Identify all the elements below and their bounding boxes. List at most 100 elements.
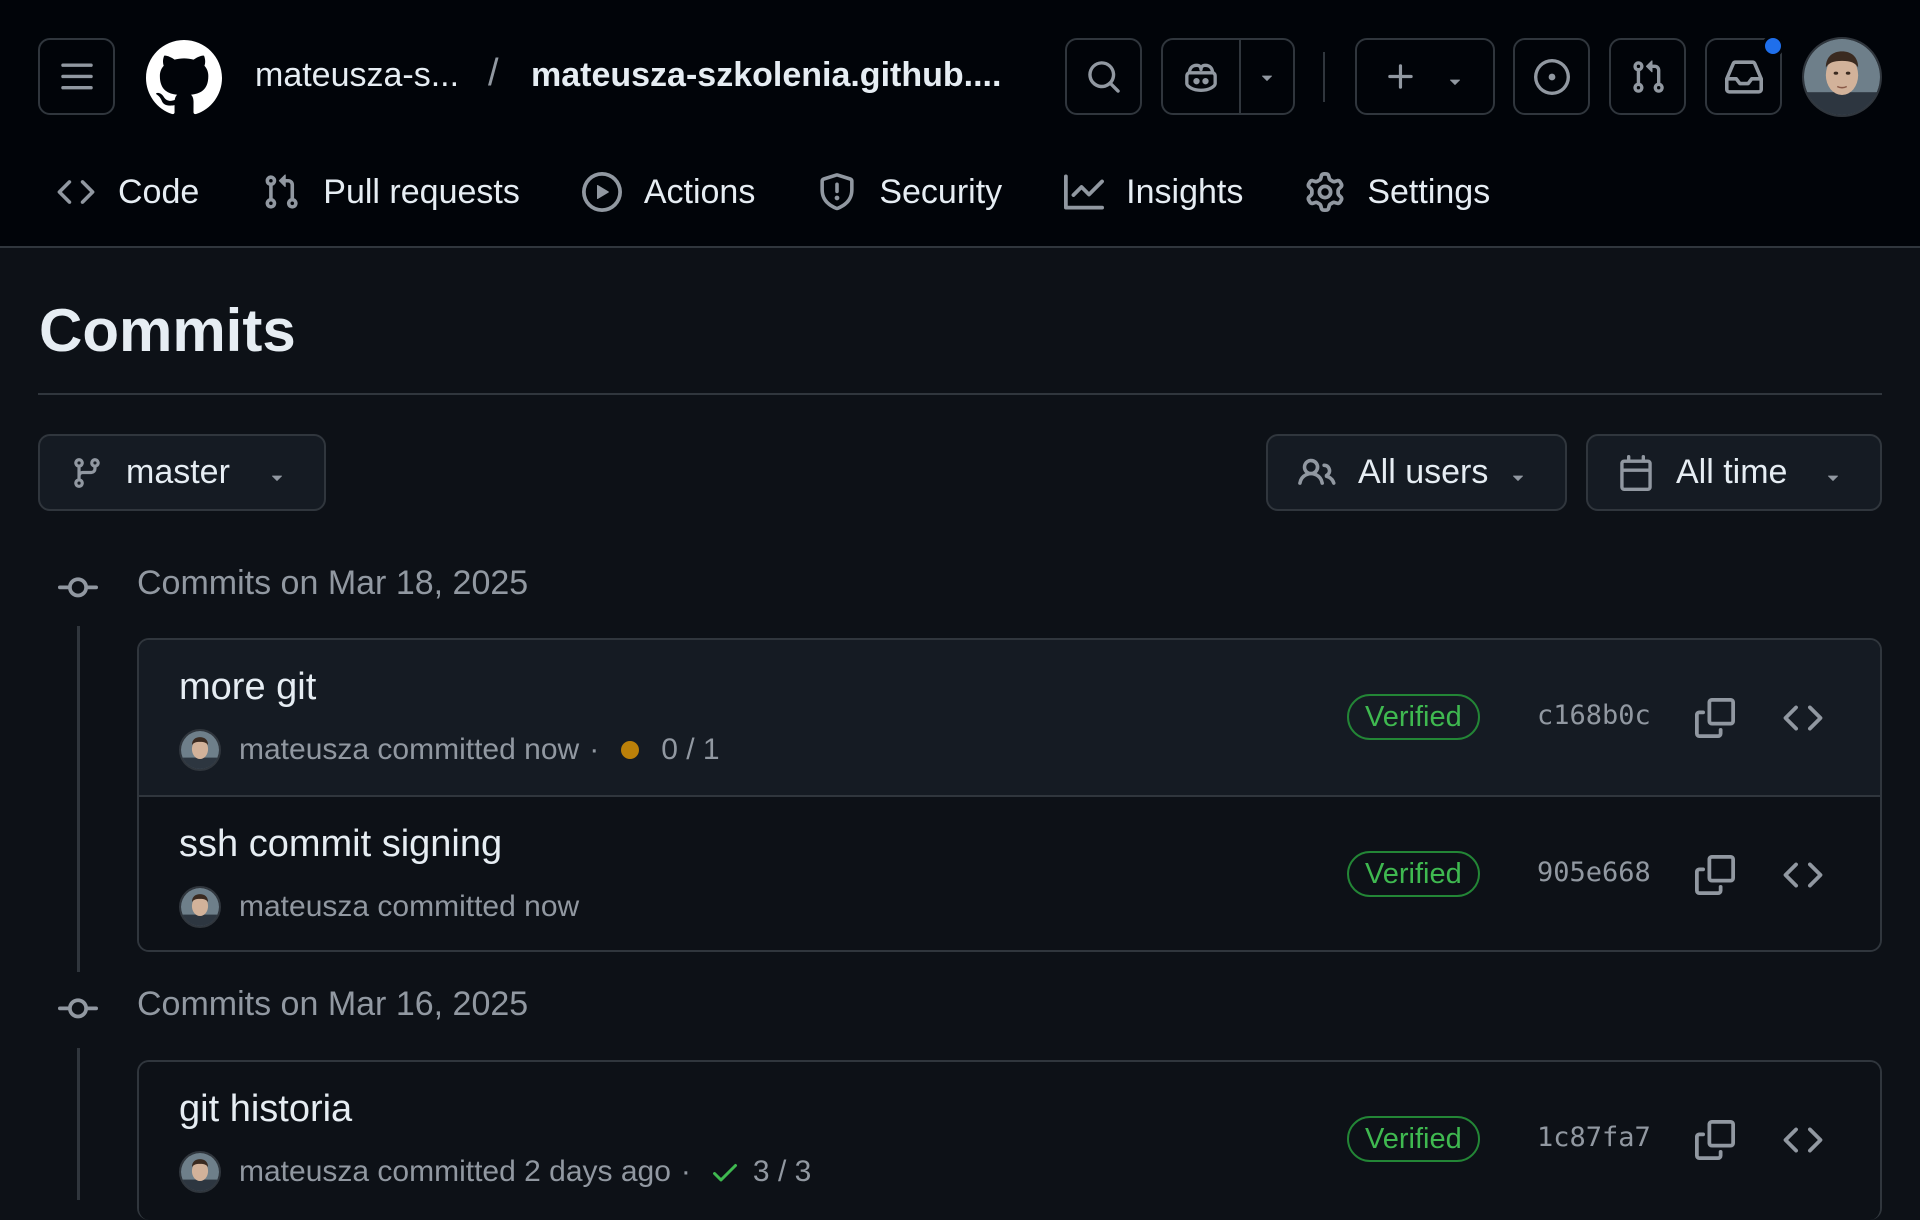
pull-requests-button[interactable] [1609,38,1686,115]
tab-insights[interactable]: Insights [1064,160,1243,224]
meta-separator: · [589,733,600,766]
branch-select-label: master [126,453,230,491]
commit-action: committed [377,1155,516,1188]
verified-badge[interactable]: Verified [1347,851,1480,897]
code-icon [1783,1127,1823,1153]
issues-button[interactable] [1513,38,1590,115]
commit-sha-link[interactable]: 905e668 [1537,857,1651,888]
author-avatar[interactable] [179,886,221,928]
copilot-button-group [1161,38,1295,115]
app-header: mateusza-s... / mateusza-szkolenia.githu… [0,0,1920,248]
search-icon [1087,60,1120,93]
people-icon [1298,454,1336,492]
copy-icon [1695,1120,1735,1160]
browse-repository-button[interactable] [1777,1114,1829,1166]
commit-group-heading: Commits on Mar 18, 2025 [137,564,529,602]
author-link[interactable]: mateusza [239,890,369,924]
commit-group-heading: Commits on Mar 16, 2025 [137,985,529,1023]
plus-icon [1388,63,1413,89]
repository-nav: Code Pull requests Actions Security Insi… [56,160,1552,230]
commit-row: ssh commit signing mateusza committed no… [139,795,1880,950]
author-link[interactable]: mateusza [239,1155,369,1189]
tab-security[interactable]: Security [817,160,1002,224]
graph-icon [1064,172,1105,212]
breadcrumb-separator: / [488,52,499,94]
open-menu-button[interactable] [38,38,115,115]
create-new-button[interactable] [1355,38,1495,115]
tab-security-label: Security [879,172,1003,211]
unread-notification-indicator [1762,35,1784,57]
triangle-down-icon [1449,79,1461,85]
tab-insights-label: Insights [1126,172,1244,211]
triangle-down-icon [1507,466,1529,488]
play-icon [581,172,622,212]
tab-actions-label: Actions [643,172,756,211]
users-filter-button[interactable]: All users [1266,434,1567,511]
commit-group-list: more git mateusza committed now · 0 / 1 … [137,638,1882,952]
code-icon [1783,705,1823,731]
inbox-icon [1724,59,1763,94]
branch-select-button[interactable]: master [38,434,326,511]
commit-row: git historia mateusza committed 2 days a… [139,1062,1880,1217]
breadcrumb-owner-link[interactable]: mateusza-s... [255,56,459,95]
copy-icon [1695,698,1735,738]
commit-time: now [524,890,580,923]
tab-pull-requests-label: Pull requests [323,172,520,211]
commit-meta: mateusza committed 2 days ago · 3 / 3 [179,1150,811,1194]
commit-action: committed [377,890,516,923]
git-commit-icon [58,989,98,1029]
commit-sha-link[interactable]: 1c87fa7 [1537,1122,1651,1153]
checks-pending-icon[interactable] [621,741,640,759]
browse-repository-button[interactable] [1777,849,1829,901]
checks-count[interactable]: 0 / 1 [661,733,719,767]
tab-pull-requests[interactable]: Pull requests [261,160,520,224]
users-filter-label: All users [1358,453,1489,491]
checks-count[interactable]: 3 / 3 [753,1155,811,1189]
commit-time: 2 days ago [524,1155,671,1188]
user-avatar[interactable] [1802,37,1882,117]
git-pull-request-icon [1632,59,1664,93]
check-icon[interactable] [709,1156,741,1188]
gear-icon [1305,172,1345,212]
commit-message-link[interactable]: git historia [179,1088,352,1131]
git-pull-request-icon [261,172,301,212]
git-commit-icon [58,568,98,608]
commit-message-link[interactable]: ssh commit signing [179,823,502,866]
copy-sha-button[interactable] [1689,692,1741,744]
time-filter-button[interactable]: All time [1586,434,1882,511]
tab-settings[interactable]: Settings [1305,160,1490,224]
commit-group-list: git historia mateusza committed 2 days a… [137,1060,1882,1220]
triangle-down-icon [266,466,288,488]
hamburger-menu-icon [60,63,93,89]
tab-code[interactable]: Code [56,160,199,224]
shield-icon [817,172,857,212]
verified-badge[interactable]: Verified [1347,694,1480,740]
code-icon [56,172,96,212]
timeline-line [77,1048,80,1200]
issue-opened-icon [1533,58,1570,95]
copilot-button[interactable] [1163,40,1241,113]
triangle-down-icon [1261,75,1273,81]
copilot-icon [1185,63,1217,92]
browse-repository-button[interactable] [1777,692,1829,744]
search-button[interactable] [1065,38,1142,115]
copy-sha-button[interactable] [1689,849,1741,901]
commit-sha-link[interactable]: c168b0c [1537,700,1651,731]
author-avatar[interactable] [179,729,221,771]
copilot-dropdown-button[interactable] [1241,40,1293,113]
header-divider [1323,52,1325,102]
tab-code-label: Code [118,172,200,211]
calendar-icon [1618,454,1654,491]
tab-actions[interactable]: Actions [581,160,756,224]
breadcrumb-repo-link[interactable]: mateusza-szkolenia.github.... [531,56,1001,95]
github-logo-icon[interactable] [146,40,222,116]
copy-sha-button[interactable] [1689,1114,1741,1166]
commit-message-link[interactable]: more git [179,666,316,709]
tab-settings-label: Settings [1367,172,1491,211]
author-link[interactable]: mateusza [239,733,369,767]
timeline-line [77,626,80,972]
code-icon [1783,862,1823,888]
author-avatar[interactable] [179,1151,221,1193]
verified-badge[interactable]: Verified [1347,1116,1480,1162]
page-title: Commits [39,297,296,364]
